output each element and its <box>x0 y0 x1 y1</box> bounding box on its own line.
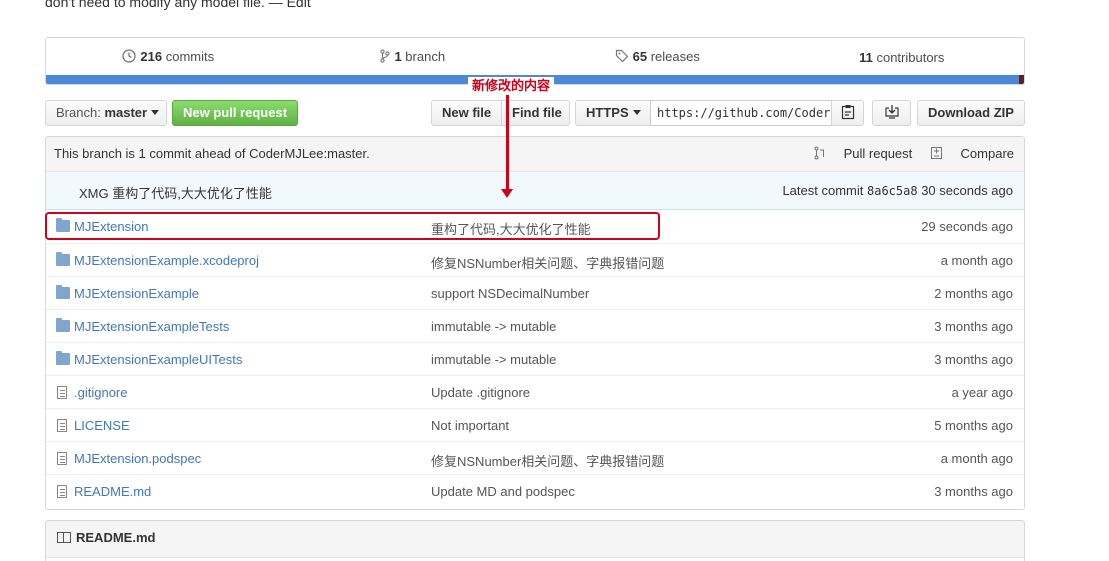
file-list: MJExtension 重构了代码,大大优化了性能 29 seconds ago MJ… <box>46 210 1024 507</box>
branch-count: 1 <box>394 48 402 64</box>
commit-age: a year ago <box>951 385 1013 400</box>
file-row: MJExtensionExampleTests immutable -> muta… <box>46 309 1024 342</box>
folder-icon <box>56 252 70 266</box>
file-name-link[interactable]: MJExtensionExample <box>74 286 199 301</box>
language-bar-segment <box>1019 75 1024 84</box>
file-text-icon <box>57 485 67 498</box>
file-name-link[interactable]: LICENSE <box>74 418 130 433</box>
clone-protocol-select[interactable]: HTTPS <box>575 100 651 126</box>
edit-description-link[interactable]: Edit <box>287 0 311 10</box>
book-icon <box>57 532 71 543</box>
file-text-icon <box>57 419 67 432</box>
new-file-button[interactable]: New file <box>431 100 502 126</box>
contributors-stat[interactable]: 11 contributors <box>780 50 1025 65</box>
commit-message-link[interactable]: 修复NSNumber相关问题、字典报错问题 <box>431 451 664 470</box>
commit-age: 2 months ago <box>934 286 1013 301</box>
file-name-link[interactable]: MJExtensionExample.xcodeproj <box>74 253 259 268</box>
latest-commit-age: 30 seconds ago <box>921 183 1013 198</box>
compare-link[interactable]: Compare <box>930 146 1014 161</box>
copy-url-button[interactable] <box>831 100 864 126</box>
repo-description-text: don't need to modify any model file. — <box>45 0 287 10</box>
pull-request-label: Pull request <box>843 146 913 161</box>
file-text-icon <box>57 452 67 465</box>
latest-commit-prefix: Latest commit <box>782 183 864 198</box>
commits-label: commits <box>165 48 215 64</box>
file-name-link[interactable]: README.md <box>74 484 151 499</box>
caret-down-icon <box>151 110 160 115</box>
branch-select-button[interactable]: Branch: master <box>45 100 167 126</box>
branch-label: branch <box>405 48 446 64</box>
commit-age: 3 months ago <box>934 352 1013 367</box>
readme-box: README.md <box>45 520 1025 561</box>
commit-message-link[interactable]: Update MD and podspec <box>431 484 575 499</box>
clone-url-input[interactable]: https://github.com/CoderJ <box>650 100 832 126</box>
commit-message-link[interactable]: Update .gitignore <box>431 385 530 400</box>
folder-icon <box>56 285 70 299</box>
file-text-icon <box>57 386 67 399</box>
file-row: MJExtension.podspec 修复NSNumber相关问题、字典报错问题… <box>46 441 1024 474</box>
commit-age: 5 months ago <box>934 418 1013 433</box>
file-row: README.md Update MD and podspec 3 months a… <box>46 474 1024 507</box>
clone-protocol-label: HTTPS <box>586 105 629 120</box>
branch-ahead-text: This branch is 1 commit ahead of CoderMJ… <box>54 146 370 161</box>
clone-desktop-button[interactable] <box>872 100 911 126</box>
annotation-arrow-head <box>501 189 513 198</box>
contributors-count: 11 <box>859 49 873 65</box>
file-name-link[interactable]: MJExtension.podspec <box>74 451 201 466</box>
file-row: .gitignore Update .gitignore a year ago <box>46 375 1024 408</box>
branch-icon <box>380 48 391 66</box>
annotation-label: 新修改的内容 <box>468 77 554 95</box>
caret-down-icon <box>632 110 641 115</box>
commit-age: a month ago <box>940 253 1013 268</box>
file-name-link[interactable]: .gitignore <box>74 385 127 400</box>
file-row: LICENSE Not important 5 months ago <box>46 408 1024 441</box>
commit-message-link[interactable]: support NSDecimalNumber <box>431 286 589 301</box>
file-name-link[interactable]: MJExtensionExampleTests <box>74 319 229 334</box>
latest-commit-bar: XMG 重构了代码,大大优化了性能 Latest commit 8a6c5a8 … <box>46 172 1024 210</box>
commit-age: 29 seconds ago <box>921 219 1013 234</box>
readme-header: README.md <box>57 530 155 545</box>
commit-age: 3 months ago <box>934 484 1013 499</box>
releases-stat[interactable]: 65 releases <box>535 49 780 66</box>
compare-label: Compare <box>960 146 1014 161</box>
readme-title: README.md <box>76 530 156 545</box>
releases-label: releases <box>650 48 700 64</box>
repo-description: don't need to modify any model file. — E… <box>45 0 311 10</box>
download-zip-button[interactable]: Download ZIP <box>917 100 1025 126</box>
branch-name: master <box>104 105 148 120</box>
file-name-link[interactable]: MJExtensionExampleUITests <box>74 352 242 367</box>
tag-icon <box>615 49 629 66</box>
branch-ahead-notice: This branch is 1 commit ahead of CoderMJ… <box>46 137 1024 172</box>
latest-commit-sha[interactable]: 8a6c5a8 <box>867 184 918 198</box>
annotation-highlight-box <box>45 212 660 240</box>
pull-request-icon <box>814 146 824 160</box>
branch-prefix: Branch: <box>56 105 101 120</box>
releases-count: 65 <box>632 48 648 64</box>
file-row: MJExtensionExample support NSDecimalNumbe… <box>46 276 1024 309</box>
folder-icon <box>56 318 70 332</box>
clipboard-icon <box>841 105 855 120</box>
commit-message-link[interactable]: immutable -> mutable <box>431 352 556 367</box>
commits-count: 216 <box>140 48 163 64</box>
commits-stat[interactable]: 216 commits <box>46 49 291 66</box>
commit-age: a month ago <box>940 451 1013 466</box>
annotation-arrow-line <box>506 95 509 191</box>
file-table: This branch is 1 commit ahead of CoderMJ… <box>45 136 1025 510</box>
branches-stat[interactable]: 1 branch <box>291 49 536 66</box>
latest-commit-message[interactable]: XMG 重构了代码,大大优化了性能 <box>79 183 272 202</box>
compare-icon <box>930 147 942 159</box>
commit-age: 3 months ago <box>934 319 1013 334</box>
find-file-button[interactable]: Find file <box>501 100 570 126</box>
file-row: MJExtensionExampleUITests immutable -> mu… <box>46 342 1024 375</box>
desktop-download-icon <box>884 105 900 120</box>
commit-message-link[interactable]: 修复NSNumber相关问题、字典报错问题 <box>431 253 664 272</box>
contributors-label: contributors <box>876 49 945 65</box>
commit-message-link[interactable]: Not important <box>431 418 509 433</box>
folder-icon <box>56 351 70 365</box>
new-pull-request-button[interactable]: New pull request <box>172 100 298 126</box>
commit-message-link[interactable]: immutable -> mutable <box>431 319 556 334</box>
pull-request-link[interactable]: Pull request <box>814 146 916 161</box>
history-icon <box>122 48 137 66</box>
file-row: MJExtensionExample.xcodeproj 修复NSNumber相关… <box>46 243 1024 276</box>
